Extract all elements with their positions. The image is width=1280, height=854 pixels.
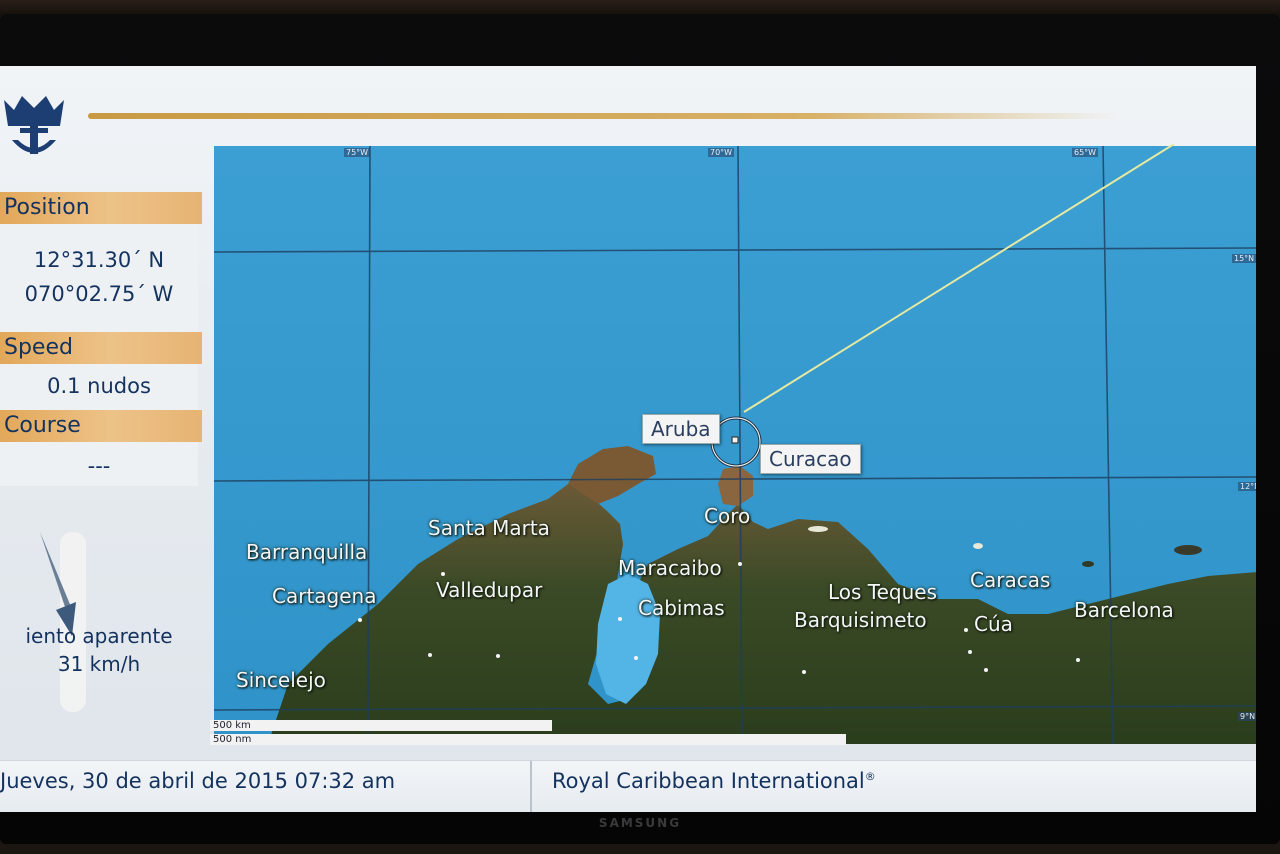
island-bonaire <box>973 543 983 549</box>
speed-value: 0.1 nudos <box>47 374 151 398</box>
place-cabimas: Cabimas <box>638 596 725 620</box>
island-curacao <box>808 526 828 532</box>
header-gold-line <box>88 113 1118 119</box>
course-value: --- <box>87 454 111 478</box>
scale-bar-nm: 500 nm <box>210 734 846 745</box>
place-cartagena: Cartagena <box>272 584 377 608</box>
footer-brand-name: Royal Caribbean International <box>552 769 865 793</box>
place-maracaibo: Maracaibo <box>618 556 722 580</box>
place-barcelona: Barcelona <box>1074 598 1174 622</box>
footer-separator <box>530 761 532 812</box>
place-coro: Coro <box>704 504 751 528</box>
position-header: Position <box>0 192 202 224</box>
place-los-teques: Los Teques <box>828 580 938 604</box>
course-header: Course <box>0 410 202 442</box>
lat-label-12n: 12°N <box>1238 482 1256 491</box>
place-santa-marta: Santa Marta <box>428 516 550 540</box>
wind-label: iento aparente <box>25 624 173 648</box>
place-cua: Cúa <box>974 612 1013 636</box>
callout-aruba[interactable]: Aruba <box>642 414 720 444</box>
lon-label-70w: 70°W <box>708 148 735 157</box>
lon-label-75w: 75°W <box>344 148 371 157</box>
place-barranquilla: Barranquilla <box>246 540 368 564</box>
island-tortuga <box>1082 561 1094 567</box>
wind-value: 31 km/h <box>57 652 141 676</box>
footer-brand-mark: ® <box>864 770 876 783</box>
map-canvas <box>213 144 1256 744</box>
tv-screen: Position 12°31.30´ N 070°02.75´ W Speed … <box>0 66 1256 812</box>
wind-arrow-icon <box>40 532 86 712</box>
place-barquisimeto: Barquisimeto <box>794 608 927 632</box>
tv-bezel: Position 12°31.30´ N 070°02.75´ W Speed … <box>0 14 1280 844</box>
place-caracas: Caracas <box>970 568 1051 592</box>
scale-bar-km: 500 km <box>210 720 552 731</box>
longitude-value: 070°02.75´ W <box>24 282 174 306</box>
lat-label-9n: 9°N <box>1238 712 1256 721</box>
crown-anchor-logo <box>4 96 64 154</box>
lat-label-15n: 15°N <box>1232 254 1256 263</box>
place-sincelejo: Sincelejo <box>236 668 326 692</box>
navigation-map[interactable]: 75°W 70°W 65°W 15°N 12°N 9°N Aruba Curac… <box>208 144 1256 745</box>
footer-brand: Royal Caribbean International® <box>552 769 876 793</box>
place-valledupar: Valledupar <box>436 578 543 602</box>
latitude-value: 12°31.30´ N <box>33 248 165 272</box>
footer-date: Jueves, 30 de abril de 2015 07:32 am <box>0 769 396 793</box>
tv-brand-label: SAMSUNG <box>598 816 682 830</box>
callout-curacao[interactable]: Curacao <box>760 444 861 474</box>
footer-bar: Jueves, 30 de abril de 2015 07:32 am Roy… <box>0 760 1256 812</box>
island-margarita <box>1174 545 1202 555</box>
speed-header: Speed <box>0 332 202 364</box>
lon-label-65w: 65°W <box>1072 148 1099 157</box>
